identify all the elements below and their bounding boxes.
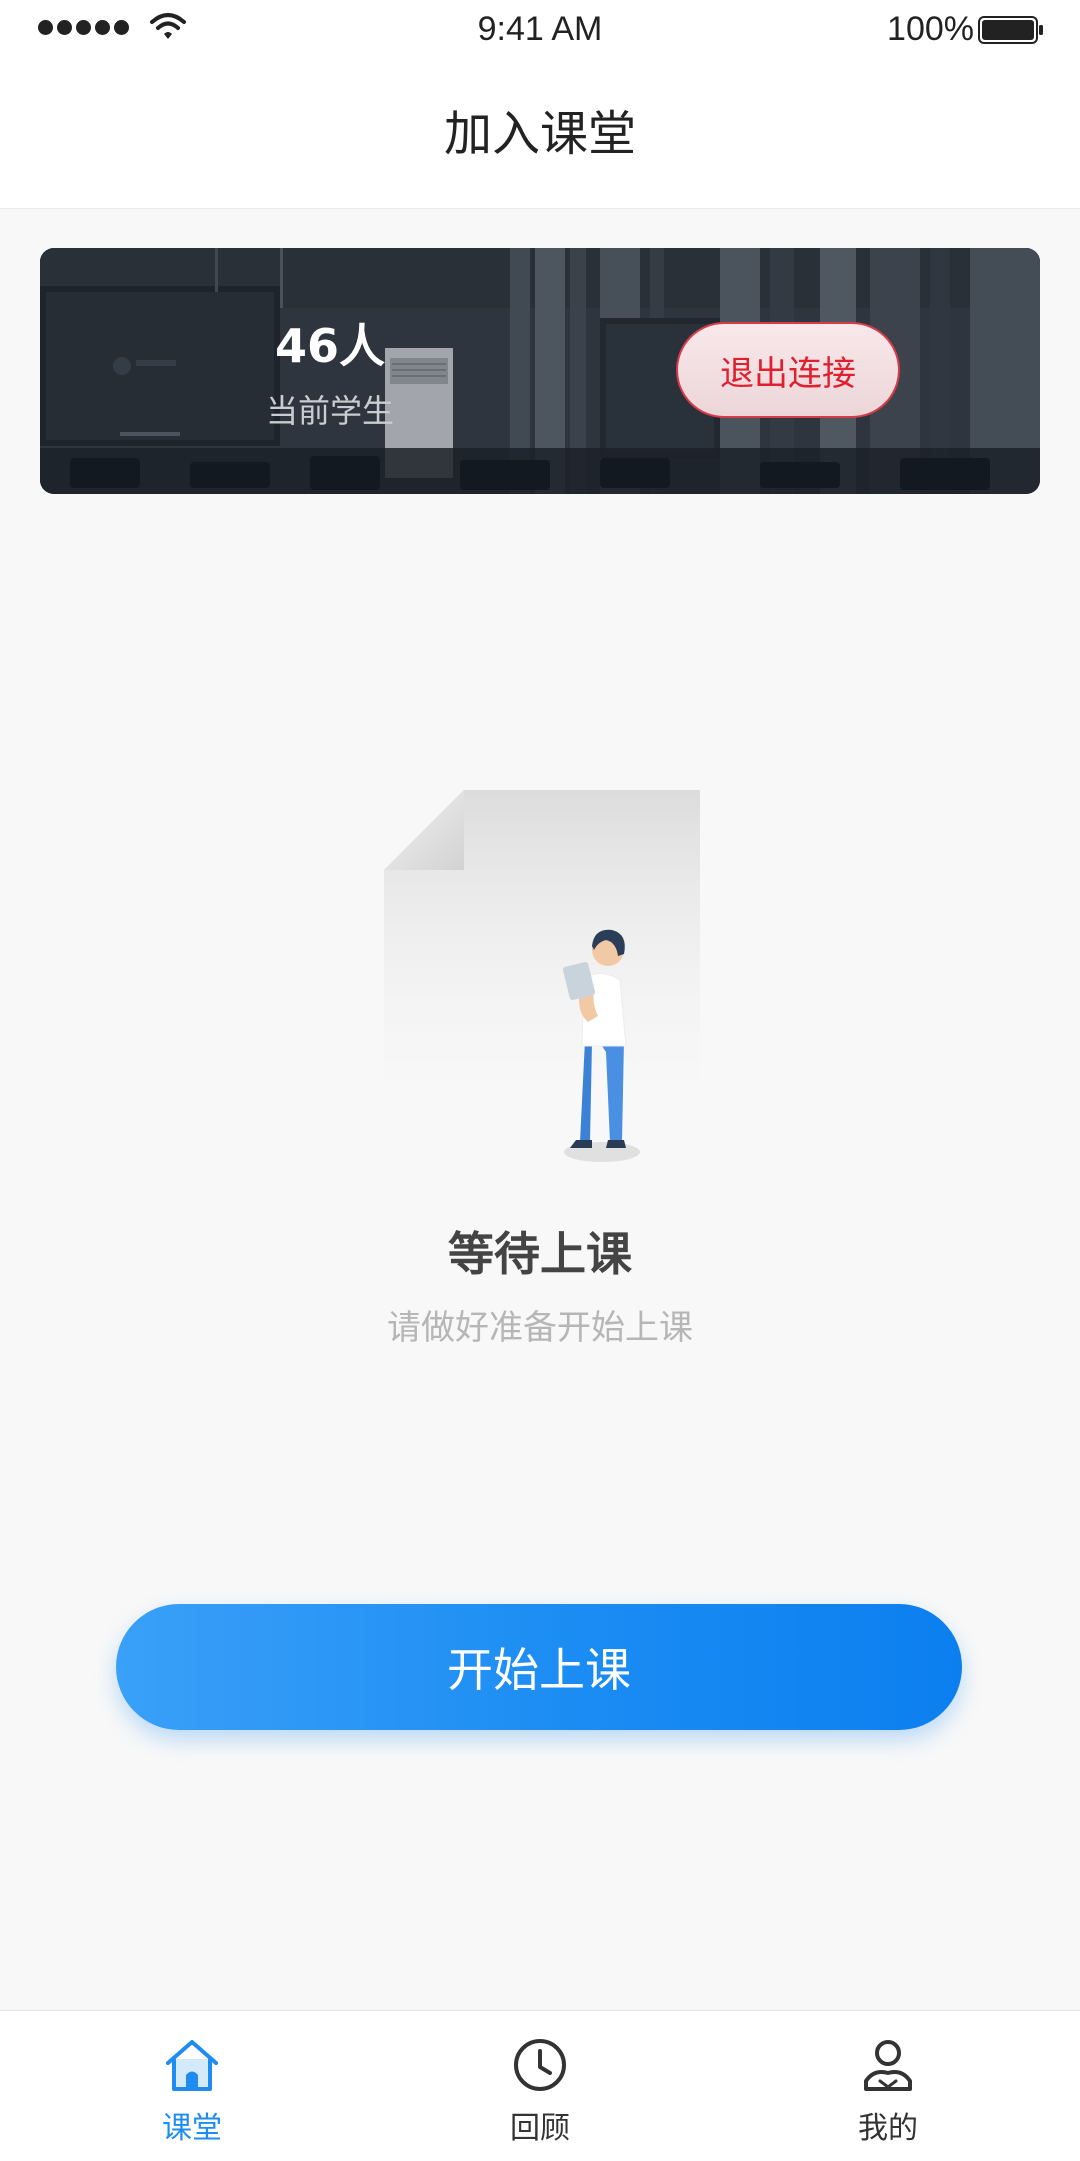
classroom-card: 46人 当前学生 退出连接 [40,248,1040,494]
clock-icon [514,2039,566,2091]
person-reading-document-icon [384,790,700,1162]
tab-bar: 课堂 回顾 我的 [0,2010,1080,2161]
tab-review[interactable]: 回顾 [440,2011,640,2161]
tab-label-review: 回顾 [510,2111,570,2146]
user-icon [864,2040,912,2091]
student-count: 46人 [274,319,385,373]
status-bar: 9:41 AM 100% [0,0,1080,64]
home-icon [166,2040,218,2091]
tab-label-mine: 我的 [858,2111,918,2146]
student-count-label: 当前学生 [265,392,394,430]
page-title: 加入课堂 [443,106,636,162]
exit-connection-button[interactable]: 退出连接 [676,322,900,418]
waiting-title: 等待上课 [448,1227,632,1281]
tab-mine[interactable]: 我的 [788,2011,988,2161]
waiting-subtitle: 请做好准备开始上课 [387,1308,693,1348]
battery-icon [978,16,1043,44]
start-class-button[interactable]: 开始上课 [116,1604,962,1730]
tab-classroom[interactable]: 课堂 [92,2011,292,2161]
nav-bar: 加入课堂 [0,64,1080,209]
battery-percentage: 100% [887,10,974,48]
tab-label-classroom: 课堂 [162,2111,222,2146]
